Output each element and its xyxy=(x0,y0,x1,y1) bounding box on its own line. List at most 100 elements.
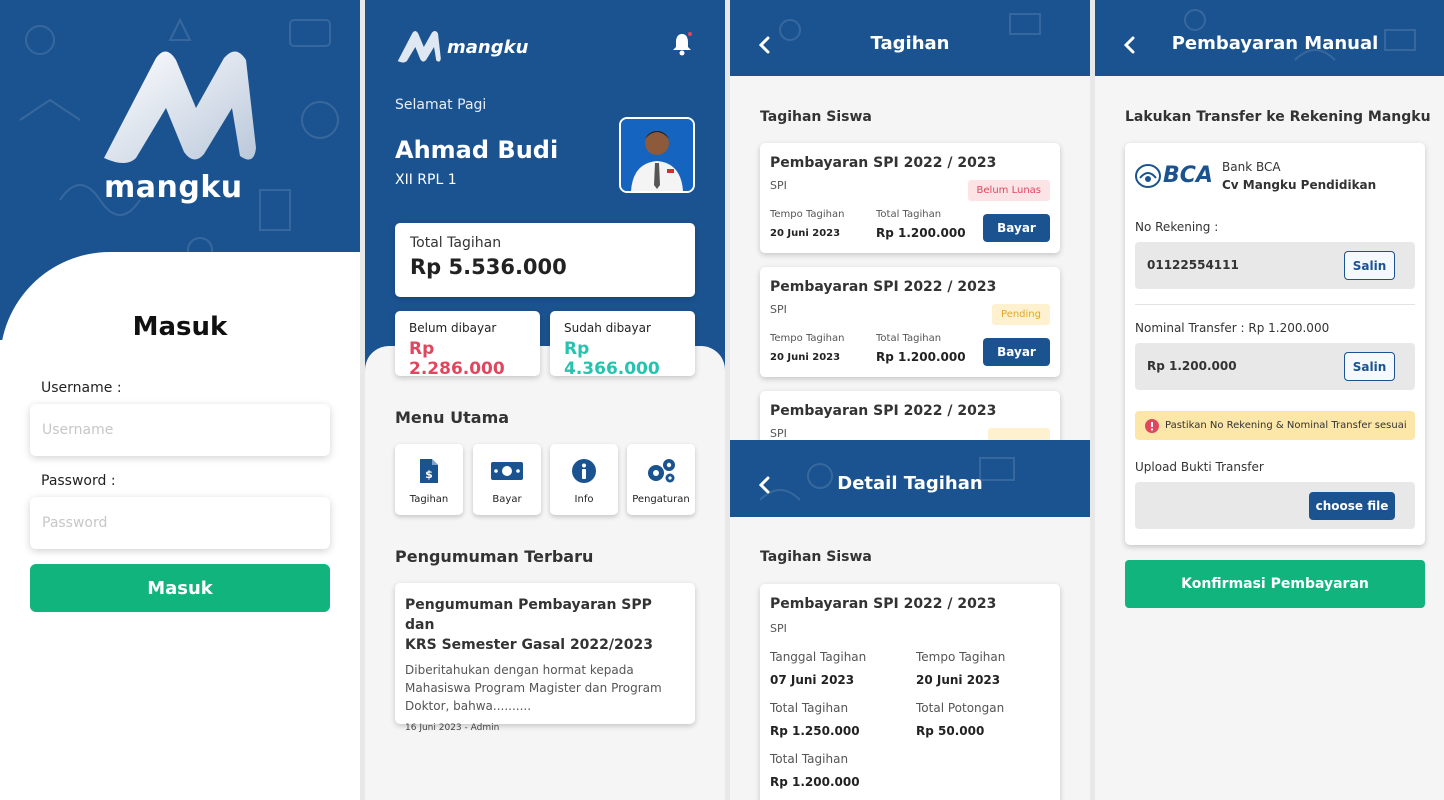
nominal-value: Rp 1.200.000 xyxy=(1147,359,1237,373)
announcement-desc-line2: Mahasiswa Program Magister dan Program xyxy=(405,681,662,695)
transfer-instruction: Lakukan Transfer ke Rekening Mangku xyxy=(1125,109,1431,125)
gears-icon xyxy=(648,459,675,483)
mangku-logo-icon xyxy=(104,51,256,163)
final-total-value: Rp 1.200.000 xyxy=(770,775,860,789)
page-title: Detail Tagihan xyxy=(837,473,983,494)
total-label: Total Tagihan xyxy=(876,333,942,344)
copy-nominal-button[interactable]: Salin xyxy=(1344,352,1395,381)
invoice-icon: $ xyxy=(420,459,438,483)
avatar[interactable] xyxy=(619,117,695,193)
pay-button[interactable]: Bayar xyxy=(983,214,1050,242)
menu-tagihan-label: Tagihan xyxy=(409,494,449,505)
announcement-card[interactable]: Pengumuman Pembayaran SPP dan KRS Semest… xyxy=(395,583,695,733)
tanggal-value: 07 Juni 2023 xyxy=(770,673,855,687)
brand-text: mangku xyxy=(447,36,529,58)
greeting-text: Selamat Pagi xyxy=(395,97,487,113)
account-number-box: 01122554111 Salin xyxy=(1135,242,1415,289)
bill-title: Pembayaran SPI 2022 / 2023 xyxy=(770,279,997,295)
password-input[interactable] xyxy=(30,497,330,549)
choose-file-button[interactable]: choose file xyxy=(1309,492,1395,520)
menu-bayar-label: Bayar xyxy=(492,494,522,505)
tagihan-screen: Tagihan Tagihan Siswa Pembayaran SPI 202… xyxy=(730,0,1090,800)
menu-bayar[interactable]: Bayar xyxy=(473,444,541,515)
announcement-title-line2: KRS Semester Gasal 2022/2023 xyxy=(405,637,653,653)
svg-text:$: $ xyxy=(425,468,433,481)
warning-text: Pastikan No Rekening & Nominal Transfer … xyxy=(1165,420,1407,431)
money-icon xyxy=(491,462,523,480)
total-bill-label: Total Tagihan xyxy=(410,235,502,251)
username-input[interactable] xyxy=(30,404,330,456)
menu-pengaturan[interactable]: Pengaturan xyxy=(627,444,695,515)
potongan-label: Total Potongan xyxy=(916,701,1005,715)
transfer-card: BCA Bank BCA Cv Mangku Pendidikan No Rek… xyxy=(1125,143,1425,545)
info-icon xyxy=(572,459,596,483)
tanggal-label: Tanggal Tagihan xyxy=(770,650,867,664)
password-label: Password : xyxy=(41,473,116,489)
announcement-title-line1: Pengumuman Pembayaran SPP dan xyxy=(405,597,652,633)
divider xyxy=(1135,304,1415,305)
bill-card[interactable]: Pembayaran SPI 2022 / 2023 SPI Pending T… xyxy=(760,267,1060,377)
tempo-value: 20 Juni 2023 xyxy=(916,673,1001,687)
bill-title: Pembayaran SPI 2022 / 2023 xyxy=(770,403,997,419)
announcement-desc-line3: Doktor, bahwa.......... xyxy=(405,699,532,713)
menu-tagihan[interactable]: $ Tagihan xyxy=(395,444,463,515)
bank-owner: Cv Mangku Pendidikan xyxy=(1222,178,1377,192)
nominal-label: Nominal Transfer : Rp 1.200.000 xyxy=(1135,321,1330,335)
bca-logo: BCA xyxy=(1135,163,1213,188)
page-title: Tagihan xyxy=(870,33,950,54)
brand-text: mangku xyxy=(104,170,243,205)
confirm-payment-button[interactable]: Konfirmasi Pembayaran xyxy=(1125,560,1425,608)
warning-banner: Pastikan No Rekening & Nominal Transfer … xyxy=(1135,411,1415,440)
tempo-value: 20 Juni 2023 xyxy=(770,228,841,239)
announcement-section-title: Pengumuman Terbaru xyxy=(395,547,594,566)
detail-header: Detail Tagihan xyxy=(730,440,1090,517)
manual-payment-screen: Pembayaran Manual Lakukan Transfer ke Re… xyxy=(1095,0,1444,800)
tempo-value: 20 Juni 2023 xyxy=(770,352,841,363)
pay-button[interactable]: Bayar xyxy=(983,338,1050,366)
unpaid-label: Belum dibayar xyxy=(409,321,497,335)
menu-info[interactable]: Info xyxy=(550,444,618,515)
total-bill-value: Rp 5.536.000 xyxy=(410,255,567,279)
upload-label: Upload Bukti Transfer xyxy=(1135,460,1264,474)
account-label: No Rekening : xyxy=(1135,220,1219,234)
copy-account-button[interactable]: Salin xyxy=(1344,251,1395,280)
unpaid-card: Belum dibayar Rp 2.286.000 xyxy=(395,311,540,379)
bca-logo-text: BCA xyxy=(1163,163,1213,188)
nominal-box: Rp 1.200.000 Salin xyxy=(1135,343,1415,390)
announcement-desc-line1: Diberitahukan dengan hormat kepada xyxy=(405,663,634,677)
section-title: Tagihan Siswa xyxy=(760,549,872,565)
username-label: Username : xyxy=(41,380,122,396)
bill-title: Pembayaran SPI 2022 / 2023 xyxy=(770,155,997,171)
status-badge: Pending xyxy=(992,304,1050,325)
student-photo xyxy=(621,119,693,191)
paid-card: Sudah dibayar Rp 4.366.000 xyxy=(550,311,695,379)
section-title: Tagihan Siswa xyxy=(760,109,872,125)
bca-emblem-icon xyxy=(1135,163,1161,188)
bell-icon[interactable] xyxy=(671,32,693,56)
total-bill-card: Total Tagihan Rp 5.536.000 xyxy=(395,223,695,297)
login-button[interactable]: Masuk xyxy=(30,564,330,612)
mangku-logo-icon xyxy=(397,30,441,63)
user-class: XII RPL 1 xyxy=(395,172,457,188)
menu-pengaturan-label: Pengaturan xyxy=(632,494,690,505)
upload-box: choose file xyxy=(1135,482,1415,529)
login-title: Masuk xyxy=(132,312,228,342)
bank-name: Bank BCA xyxy=(1222,160,1281,174)
dashboard-screen: mangku Selamat Pagi Ahmad Budi XII RPL 1… xyxy=(365,0,725,800)
final-total-label: Total Tagihan xyxy=(770,752,849,766)
tempo-label: Tempo Tagihan xyxy=(770,333,845,344)
total-value: Rp 1.200.000 xyxy=(876,350,966,364)
tagihan-header: Tagihan xyxy=(730,0,1090,76)
announcement-meta: 16 Juni 2023 - Admin xyxy=(405,723,500,733)
paid-label: Sudah dibayar xyxy=(564,321,651,335)
potongan-value: Rp 50.000 xyxy=(916,724,985,738)
total-label: Total Tagihan xyxy=(876,209,942,220)
total-value: Rp 1.200.000 xyxy=(876,226,966,240)
bill-title: Pembayaran SPI 2022 / 2023 xyxy=(770,596,997,612)
unpaid-value: Rp 2.286.000 xyxy=(409,339,505,379)
page-title: Pembayaran Manual xyxy=(1171,33,1379,54)
bill-type: SPI xyxy=(770,622,787,635)
bill-card[interactable]: Pembayaran SPI 2022 / 2023 SPI Belum Lun… xyxy=(760,143,1060,253)
paid-value: Rp 4.366.000 xyxy=(564,339,660,379)
status-badge: Belum Lunas xyxy=(967,180,1050,201)
